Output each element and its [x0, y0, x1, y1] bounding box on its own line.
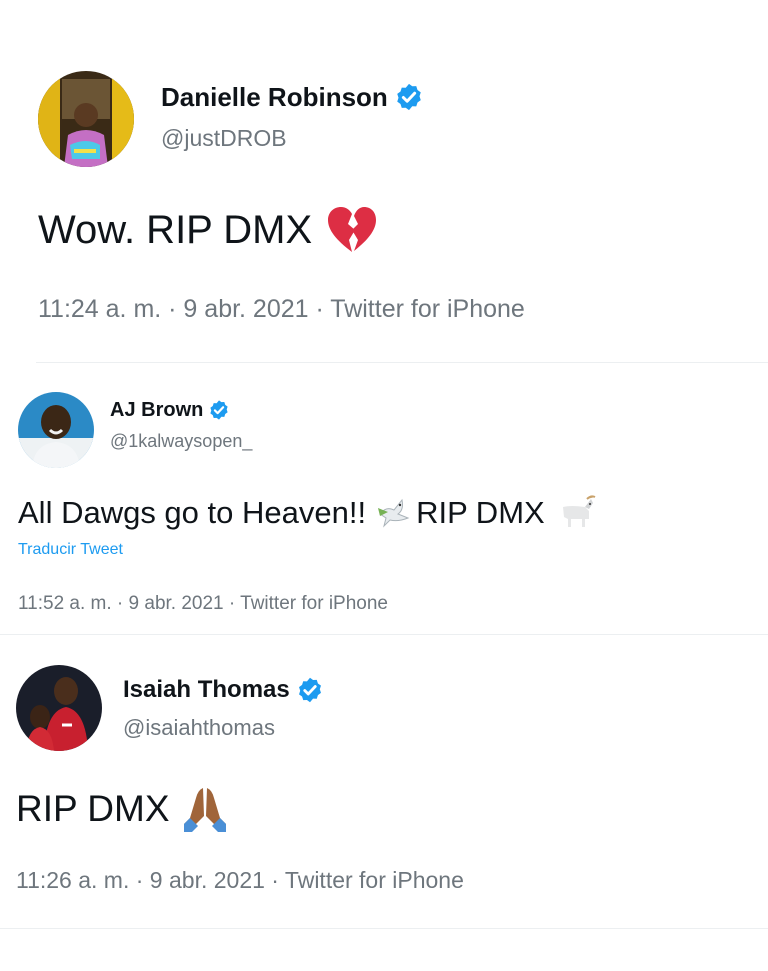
- tweet-text: All Dawgs go to Heaven!! RIP DMX: [18, 493, 597, 533]
- divider: [36, 362, 768, 363]
- author-name-row: AJ Brown: [110, 398, 230, 422]
- goat-icon: [557, 495, 597, 531]
- verified-badge-icon: [296, 676, 324, 704]
- broken-heart-icon: [326, 206, 378, 254]
- author-display-name[interactable]: Danielle Robinson: [161, 82, 388, 113]
- tweet-card[interactable]: Isaiah Thomas @isaiahthomas RIP DMX 11:2…: [0, 637, 768, 971]
- translate-tweet-link[interactable]: Traducir Tweet: [18, 541, 123, 559]
- author-handle[interactable]: @isaiahthomas: [123, 715, 275, 741]
- tweet-text-content: RIP DMX: [16, 788, 170, 829]
- avatar-photo: [18, 392, 94, 468]
- author-display-name[interactable]: Isaiah Thomas: [123, 676, 290, 704]
- dove-icon: [376, 496, 412, 530]
- author-handle[interactable]: @1kalwaysopen_: [110, 431, 252, 452]
- tweet-timestamp[interactable]: 11:24 a. m. · 9 abr. 2021 · Twitter for …: [38, 295, 525, 324]
- tweet-card[interactable]: AJ Brown @1kalwaysopen_ All Dawgs go to …: [0, 365, 768, 637]
- divider: [0, 928, 768, 929]
- avatar-photo: [38, 71, 134, 167]
- tweet-text: Wow. RIP DMX: [38, 205, 378, 255]
- tweet-text-content: Wow. RIP DMX: [38, 207, 313, 252]
- author-display-name[interactable]: AJ Brown: [110, 399, 203, 422]
- divider: [0, 634, 768, 635]
- author-name-row: Isaiah Thomas: [123, 675, 324, 705]
- tweet-text: RIP DMX: [16, 785, 228, 833]
- verified-badge-icon: [208, 399, 230, 421]
- author-handle[interactable]: @justDROB: [161, 125, 287, 152]
- tweet-card[interactable]: Danielle Robinson @justDROB Wow. RIP DMX…: [0, 0, 768, 365]
- avatar-photo: [16, 665, 102, 751]
- tweet-text-content: RIP DMX: [416, 495, 545, 530]
- tweet-timestamp[interactable]: 11:26 a. m. · 9 abr. 2021 · Twitter for …: [16, 867, 464, 894]
- avatar[interactable]: [18, 392, 94, 468]
- tweet-timestamp[interactable]: 11:52 a. m. · 9 abr. 2021 · Twitter for …: [18, 593, 388, 615]
- avatar[interactable]: [38, 71, 134, 167]
- praying-hands-icon: [182, 786, 228, 832]
- author-name-row: Danielle Robinson: [161, 81, 424, 113]
- verified-badge-icon: [394, 82, 424, 112]
- avatar[interactable]: [16, 665, 102, 751]
- tweet-text-content: All Dawgs go to Heaven!!: [18, 495, 367, 530]
